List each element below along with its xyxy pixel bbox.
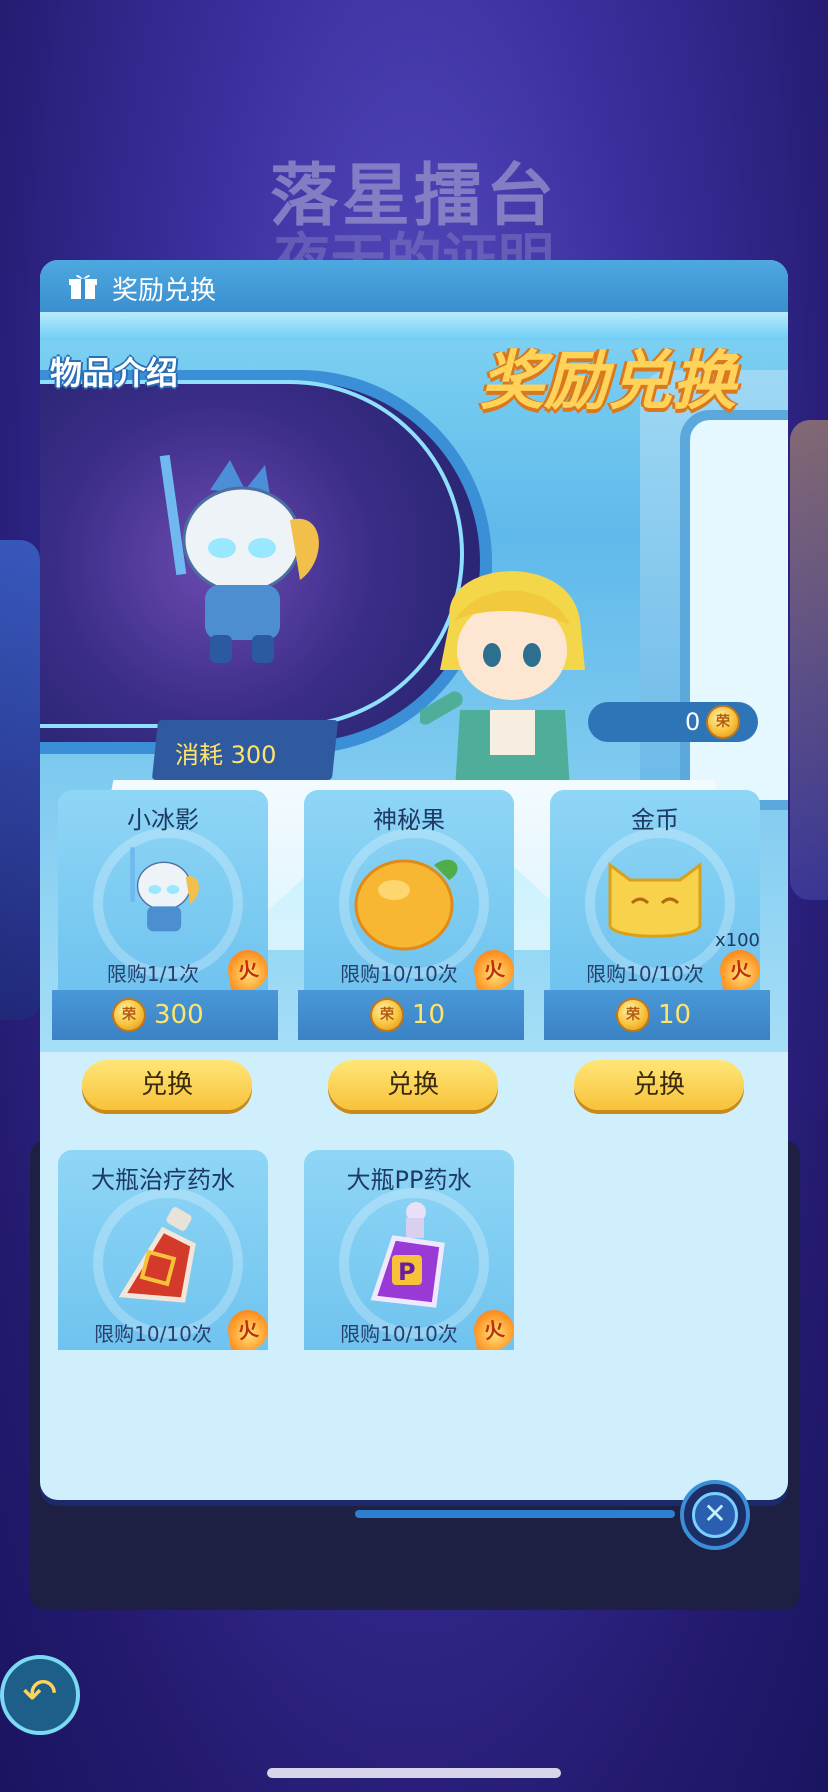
pp-potion-icon: P <box>370 1202 445 1308</box>
fire-badge-icon: 火 <box>716 946 760 990</box>
card-background: x100 金币 限购10/10次 火 <box>550 790 760 990</box>
reward-exchange-panel: 奖励兑换 物品介绍 奖励兑换 消耗 300 0 荣 小冰影 限购1/1次 火 荣… <box>40 260 788 1500</box>
item-purchase-limit: 限购10/10次 <box>340 962 458 986</box>
item-preview-hero-icon <box>159 454 319 663</box>
panel-header: 奖励兑换 <box>40 260 788 312</box>
close-icon[interactable]: ✕ <box>692 1492 738 1538</box>
fire-badge-icon: 火 <box>470 946 514 990</box>
item-price-bar: 荣 300 <box>52 990 278 1040</box>
item-purchase-limit: 限购10/10次 <box>94 1322 212 1346</box>
card-background: 神秘果 限购10/10次 火 <box>304 790 514 990</box>
honor-coin-icon: 荣 <box>706 705 740 739</box>
card-background: 大瓶治疗药水 限购10/10次 火 <box>58 1150 268 1350</box>
panel-header-title: 奖励兑换 <box>112 276 217 306</box>
honor-coin-icon: 荣 <box>616 998 650 1032</box>
fire-badge-icon: 火 <box>470 1306 514 1350</box>
item-price: 300 <box>154 1000 204 1030</box>
banner-title: 奖励兑换 <box>480 345 736 419</box>
coin-balance-value: 0 <box>685 708 701 736</box>
item-name: 神秘果 <box>373 806 445 834</box>
exchange-button[interactable]: 兑换 <box>328 1060 498 1110</box>
item-cost-label: 消耗 300 <box>175 741 277 769</box>
item-intro-label: 物品介绍 <box>50 354 179 392</box>
item-price: 10 <box>658 1000 692 1030</box>
home-indicator[interactable] <box>267 1768 561 1778</box>
item-quantity: x100 <box>715 930 760 951</box>
exchange-button[interactable]: 兑换 <box>574 1060 744 1110</box>
item-name: 金币 <box>631 806 679 834</box>
background-event-subtitle: 夜天的证明 <box>0 215 828 260</box>
background-decoration-left <box>0 540 40 1020</box>
guide-character-icon <box>420 571 585 790</box>
mystery-fruit-icon <box>354 859 458 951</box>
exchange-item-card[interactable]: P 大瓶PP药水 限购10/10次 火 <box>304 1150 514 1400</box>
fire-badge-icon: 火 <box>224 946 268 990</box>
exchange-item-card[interactable]: 神秘果 限购10/10次 火 荣 10 <box>298 790 524 1040</box>
scroll-indicator <box>355 1510 675 1518</box>
healing-potion-icon <box>118 1207 196 1303</box>
item-price: 10 <box>412 1000 446 1030</box>
card-background: 小冰影 限购1/1次 火 <box>58 790 268 990</box>
honor-coin-icon: 荣 <box>112 998 146 1032</box>
item-name: 大瓶治疗药水 <box>91 1166 235 1194</box>
gift-icon <box>69 274 97 299</box>
exchange-item-card[interactable]: x100 金币 限购10/10次 火 荣 10 <box>544 790 770 1040</box>
gold-coin-cat-icon <box>608 862 702 938</box>
item-purchase-limit: 限购1/1次 <box>106 962 200 986</box>
item-name: 大瓶PP药水 <box>346 1166 472 1194</box>
exchange-item-card[interactable]: 大瓶治疗药水 限购10/10次 火 <box>58 1150 268 1400</box>
item-name: 小冰影 <box>127 806 199 834</box>
item-price-bar: 荣 10 <box>298 990 524 1040</box>
exchange-item-card[interactable]: 小冰影 限购1/1次 火 荣 300 <box>52 790 278 1040</box>
item-purchase-limit: 限购10/10次 <box>340 1322 458 1346</box>
back-button[interactable]: ↶ <box>0 1655 80 1735</box>
honor-coin-icon: 荣 <box>370 998 404 1032</box>
card-background: P 大瓶PP药水 限购10/10次 火 <box>304 1150 514 1350</box>
door-panel <box>680 410 788 810</box>
exchange-button[interactable]: 兑换 <box>82 1060 252 1110</box>
background-decoration-right <box>790 420 828 900</box>
item-purchase-limit: 限购10/10次 <box>586 962 704 986</box>
fire-badge-icon: 火 <box>224 1306 268 1350</box>
exchange-item-grid: 小冰影 限购1/1次 火 荣 300 兑换 神秘果 限购10/10次 火 荣 1… <box>40 780 788 1500</box>
item-price-bar: 荣 10 <box>544 990 770 1040</box>
svg-text:P: P <box>398 1258 416 1286</box>
ice-shadow-pet-icon <box>130 847 199 932</box>
